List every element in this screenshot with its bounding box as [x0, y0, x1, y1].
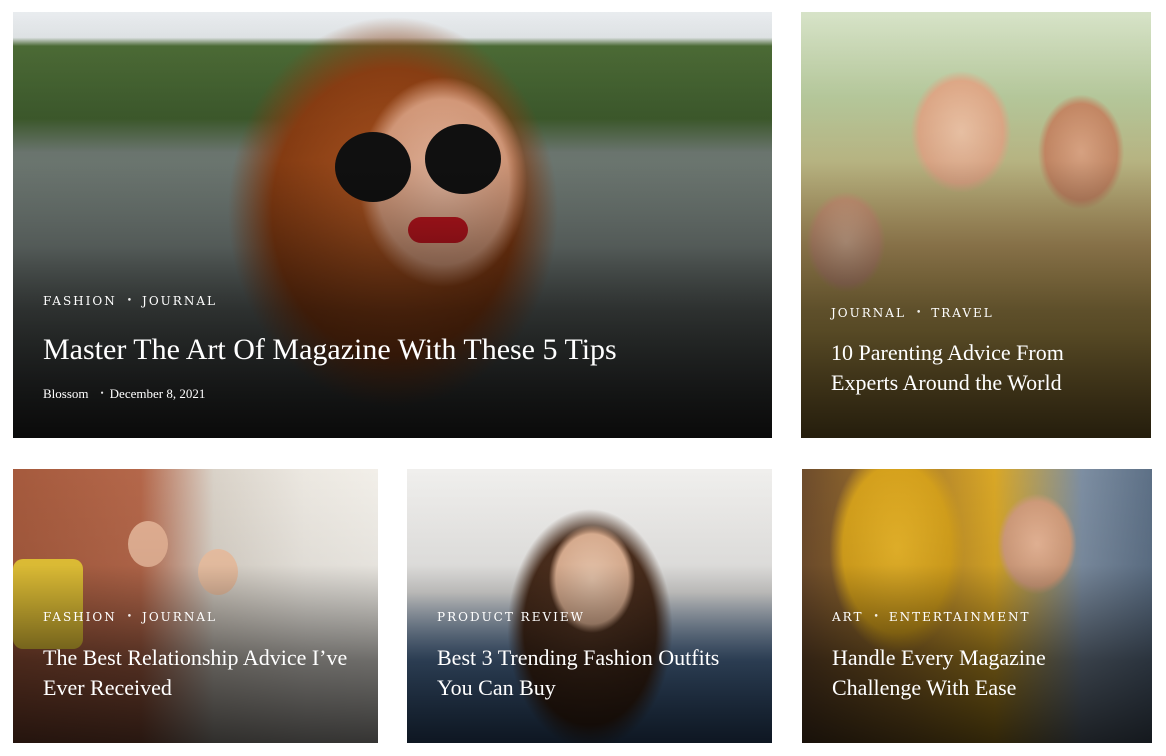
- post-title[interactable]: Best 3 Trending Fashion Outfits You Can …: [437, 643, 747, 702]
- separator-dot: •: [100, 388, 104, 398]
- post-categories: Product Review: [437, 610, 585, 624]
- post-date: December 8, 2021: [109, 386, 206, 401]
- category-link[interactable]: Fashion: [43, 610, 117, 624]
- separator-dot: •: [126, 612, 135, 622]
- category-link[interactable]: Journal: [831, 306, 906, 320]
- post-title[interactable]: Master The Art Of Magazine With These 5 …: [43, 330, 743, 371]
- author-link[interactable]: Blossom: [43, 386, 89, 401]
- post-categories: Art • Entertainment: [832, 610, 1030, 624]
- category-link[interactable]: Product Review: [437, 610, 585, 624]
- image-overlay: [13, 12, 772, 438]
- category-link[interactable]: Journal: [142, 294, 217, 308]
- separator-dot: •: [915, 308, 924, 318]
- post-categories: Fashion • Journal: [43, 610, 217, 624]
- post-categories: Journal • Travel: [831, 306, 994, 320]
- separator-dot: •: [873, 612, 881, 622]
- category-link[interactable]: Art: [832, 610, 864, 624]
- post-title[interactable]: Handle Every Magazine Challenge With Eas…: [832, 643, 1132, 702]
- category-link[interactable]: Entertainment: [889, 610, 1031, 624]
- post-categories: Fashion • Journal: [43, 294, 217, 308]
- category-link[interactable]: Travel: [931, 306, 994, 320]
- post-card[interactable]: Art • Entertainment Handle Every Magazine …: [802, 469, 1152, 743]
- post-card[interactable]: Product Review Best 3 Trending Fashion O…: [407, 469, 772, 743]
- post-byline: Blossom • December 8, 2021: [43, 386, 205, 402]
- category-link[interactable]: Fashion: [43, 294, 117, 308]
- post-card[interactable]: Journal • Travel 10 Parenting Advice From …: [801, 12, 1151, 438]
- post-title[interactable]: The Best Relationship Advice I’ve Ever R…: [43, 643, 353, 702]
- featured-post-card[interactable]: Fashion • Journal Master The Art Of Magazi…: [13, 12, 772, 438]
- post-title[interactable]: 10 Parenting Advice From Experts Around …: [831, 338, 1131, 397]
- post-card[interactable]: Fashion • Journal The Best Relationship Ad…: [13, 469, 378, 743]
- category-link[interactable]: Journal: [142, 610, 217, 624]
- separator-dot: •: [126, 296, 135, 306]
